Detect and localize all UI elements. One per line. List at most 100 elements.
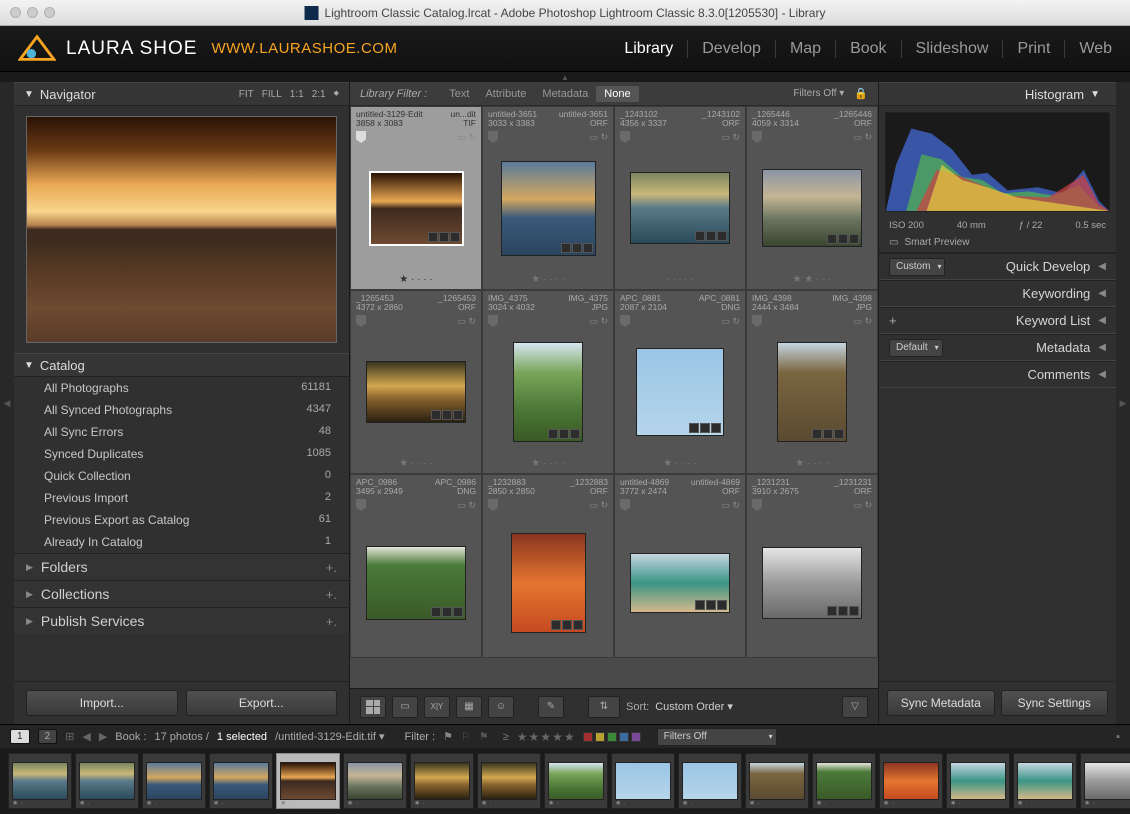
filmstrip-cell[interactable]: ★ ·: [209, 753, 273, 809]
rotate-icons[interactable]: ▭ ↻: [853, 500, 872, 511]
compare-view-button[interactable]: X|Y: [424, 696, 450, 718]
filmstrip[interactable]: ★ ·★ ·★ ·★ ·★ ·★ ·★ ·★ ·★ ·★ ·★ ·★ ·★ ·★…: [0, 748, 1130, 814]
navigator-header[interactable]: ▼ Navigator FITFILL1:12:1◆: [14, 82, 349, 106]
zoom-window-button[interactable]: [44, 7, 55, 18]
import-button[interactable]: Import...: [26, 690, 178, 716]
rotate-icons[interactable]: ▭ ↻: [589, 316, 608, 327]
catalog-row[interactable]: Previous Export as Catalog61: [14, 509, 349, 531]
painter-tool-button[interactable]: ✎: [538, 696, 564, 718]
grid-cell[interactable]: APC_09863495 x 2949APC_0986DNG▭ ↻: [350, 474, 482, 658]
filmstrip-cell[interactable]: ★ ·: [1013, 753, 1077, 809]
section-folders[interactable]: ▶Folders+.: [14, 553, 349, 580]
filter-lock-icon[interactable]: ▪: [1116, 731, 1120, 743]
top-panel-collapse[interactable]: ▲: [0, 72, 1130, 82]
filmstrip-cell[interactable]: ★ ·: [477, 753, 541, 809]
keyword-list-header[interactable]: + Keyword List◀: [879, 307, 1116, 334]
zoom-2:1[interactable]: 2:1: [312, 89, 326, 100]
histogram-display[interactable]: [885, 112, 1110, 212]
filmstrip-cell[interactable]: ★ ·: [745, 753, 809, 809]
sync-settings-button[interactable]: Sync Settings: [1001, 690, 1109, 716]
lock-icon[interactable]: 🔒: [854, 87, 868, 100]
zoom-fit[interactable]: FIT: [239, 89, 254, 100]
flag-icon[interactable]: [488, 499, 498, 511]
comments-header[interactable]: Comments◀: [879, 361, 1116, 388]
right-panel-collapse[interactable]: ▶: [1116, 82, 1130, 724]
module-book[interactable]: Book: [836, 40, 901, 58]
loupe-view-button[interactable]: ▭: [392, 696, 418, 718]
thumbnail[interactable]: [762, 547, 862, 619]
keywording-header[interactable]: Keywording◀: [879, 280, 1116, 307]
color-label[interactable]: [619, 732, 629, 742]
filmstrip-cell[interactable]: ★ ·: [812, 753, 876, 809]
toolbar-menu-button[interactable]: ▽: [842, 696, 868, 718]
filter-tab-metadata[interactable]: Metadata: [534, 86, 596, 102]
left-panel-collapse[interactable]: ◀: [0, 82, 14, 724]
filter-tab-attribute[interactable]: Attribute: [477, 86, 534, 102]
thumbnail[interactable]: [630, 553, 730, 613]
filmstrip-cell[interactable]: ★ ·: [544, 753, 608, 809]
module-slideshow[interactable]: Slideshow: [902, 40, 1004, 58]
catalog-row[interactable]: All Photographs61181: [14, 377, 349, 399]
grid-cell[interactable]: IMG_43982444 x 3484IMG_4398JPG▭ ↻★ · · ·…: [746, 290, 878, 474]
navigator-preview[interactable]: [14, 106, 349, 353]
survey-view-button[interactable]: ▦: [456, 696, 482, 718]
people-view-button[interactable]: ☺: [488, 696, 514, 718]
flag-icon[interactable]: [488, 315, 498, 327]
nav-back-button[interactable]: ◀: [82, 730, 90, 743]
catalog-row[interactable]: Synced Duplicates1085: [14, 443, 349, 465]
module-print[interactable]: Print: [1003, 40, 1065, 58]
quick-develop-preset-dropdown[interactable]: Custom: [889, 258, 945, 276]
rotate-icons[interactable]: ▭ ↻: [589, 132, 608, 143]
catalog-row[interactable]: All Synced Photographs4347: [14, 399, 349, 421]
filter-tab-none[interactable]: None: [596, 86, 638, 102]
module-library[interactable]: Library: [610, 40, 688, 58]
rotate-icons[interactable]: ▭ ↻: [721, 316, 740, 327]
sync-metadata-button[interactable]: Sync Metadata: [887, 690, 995, 716]
thumbnail[interactable]: [366, 546, 466, 620]
metadata-header[interactable]: Default Metadata◀: [879, 334, 1116, 361]
grid-cell[interactable]: untitled-48693772 x 2474untitled-4869ORF…: [614, 474, 746, 658]
zoom-1:1[interactable]: 1:1: [290, 89, 304, 100]
catalog-row[interactable]: Quick Collection0: [14, 465, 349, 487]
zoom-fill[interactable]: FILL: [262, 89, 282, 100]
thumbnail[interactable]: [636, 348, 724, 436]
filmstrip-cell[interactable]: ★ ·: [879, 753, 943, 809]
flag-icon[interactable]: [752, 131, 762, 143]
grid-cell[interactable]: untitled-36513033 x 3383untitled-3651ORF…: [482, 106, 614, 290]
flag-picked-filter[interactable]: ⚑: [443, 730, 453, 743]
thumbnail[interactable]: [513, 342, 583, 442]
export-button[interactable]: Export...: [186, 690, 338, 716]
rotate-icons[interactable]: ▭ ↻: [721, 132, 740, 143]
filmstrip-cell[interactable]: ★ ·: [142, 753, 206, 809]
flag-icon[interactable]: [752, 315, 762, 327]
color-label[interactable]: [595, 732, 605, 742]
grid-cell[interactable]: _12328832850 x 2850_1232883ORF▭ ↻: [482, 474, 614, 658]
flag-icon[interactable]: [488, 131, 498, 143]
sort-direction-button[interactable]: ⇅: [588, 696, 620, 718]
filmstrip-cell[interactable]: ★ ·: [343, 753, 407, 809]
primary-monitor-button[interactable]: 1: [10, 729, 30, 744]
filter-preset-dropdown[interactable]: Filters Off: [657, 728, 777, 746]
thumbnail[interactable]: [762, 169, 862, 247]
grid-view[interactable]: untitled-3129-Edit3858 x 3083un...ditTIF…: [350, 106, 878, 688]
rotate-icons[interactable]: ▭ ↻: [457, 500, 476, 511]
grid-cell[interactable]: _12312313910 x 2675_1231231ORF▭ ↻: [746, 474, 878, 658]
metadata-preset-dropdown[interactable]: Default: [889, 339, 943, 357]
thumbnail[interactable]: [366, 361, 466, 423]
thumbnail[interactable]: [511, 533, 586, 633]
filmstrip-cell[interactable]: ★ ·: [678, 753, 742, 809]
rating-operator[interactable]: ≥: [503, 731, 509, 743]
filmstrip-cell[interactable]: ★ ·: [611, 753, 675, 809]
thumbnail[interactable]: [630, 172, 730, 244]
plus-icon[interactable]: +: [889, 313, 897, 328]
catalog-row[interactable]: Already In Catalog1: [14, 531, 349, 553]
catalog-header[interactable]: ▼ Catalog: [14, 353, 349, 377]
module-develop[interactable]: Develop: [688, 40, 776, 58]
grid-cell[interactable]: _12654534372 x 2860_1265453ORF▭ ↻★ · · ·…: [350, 290, 482, 474]
grid-cell[interactable]: _12654464059 x 3314_1265446ORF▭ ↻★ ★ · ·…: [746, 106, 878, 290]
color-label[interactable]: [607, 732, 617, 742]
filmstrip-cell[interactable]: ★ ·: [1080, 753, 1130, 809]
flag-icon[interactable]: [620, 315, 630, 327]
flag-icon[interactable]: [620, 499, 630, 511]
histogram-header[interactable]: Histogram ▼: [879, 82, 1116, 106]
